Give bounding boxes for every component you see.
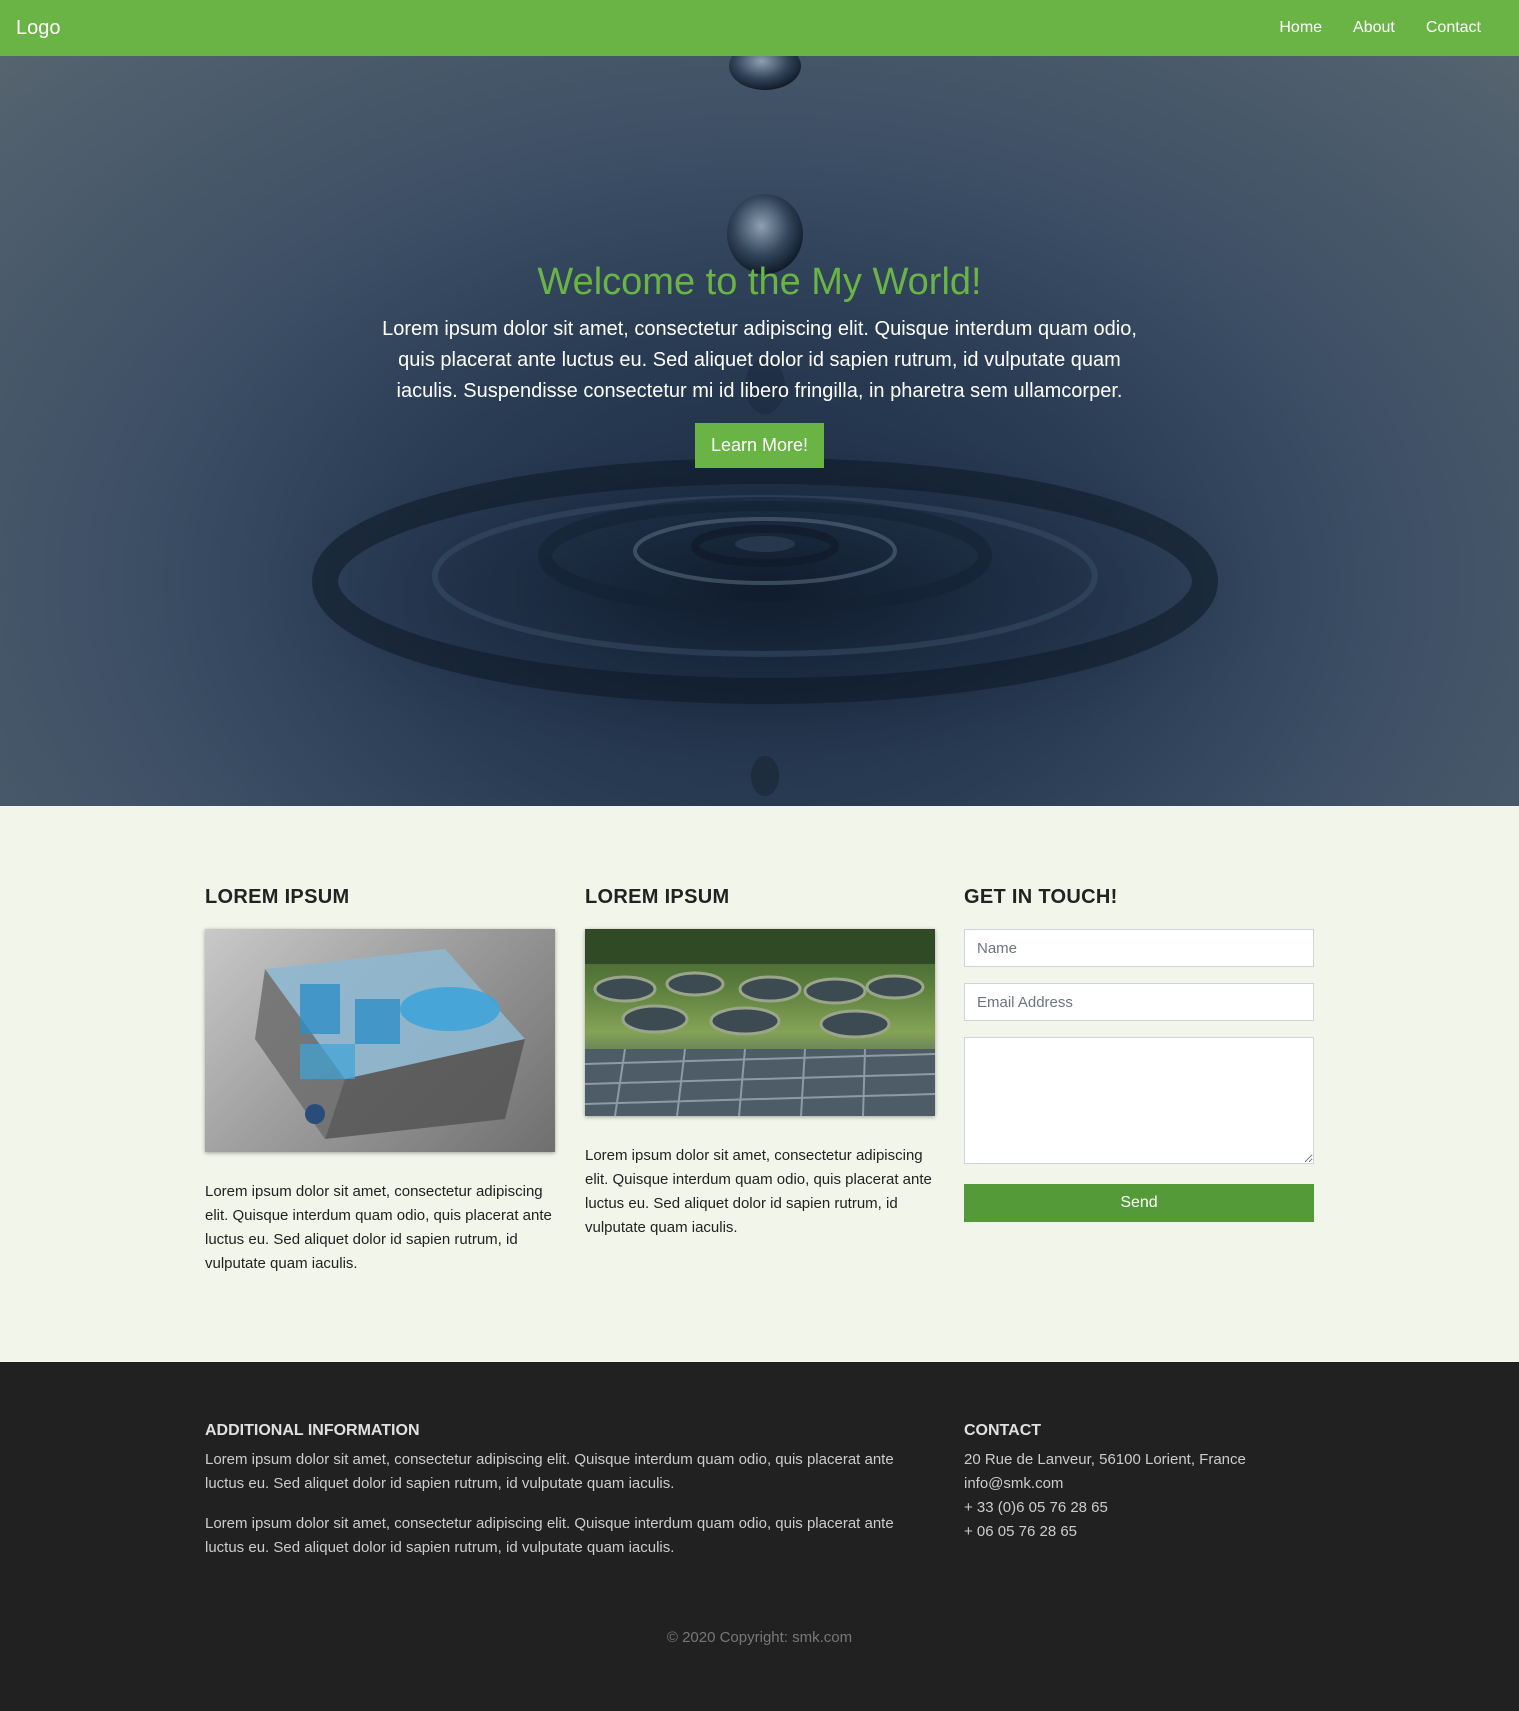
card-2-text: Lorem ipsum dolor sit amet, consectetur … xyxy=(585,1147,932,1236)
wastewater-treatment-aerial-image xyxy=(585,929,935,1116)
card-1-text: Lorem ipsum dolor sit amet, consectetur … xyxy=(205,1183,552,1272)
learn-more-button[interactable]: Learn More! xyxy=(694,423,825,468)
hero-content: Welcome to the My World! Lorem ipsum dol… xyxy=(0,261,1519,468)
email-input[interactable] xyxy=(964,983,1314,1021)
logo-link[interactable]: Logo xyxy=(16,17,61,40)
footer-additional-info: ADDITIONAL INFORMATION Lorem ipsum dolor… xyxy=(205,1422,905,1560)
copyright: © 2020 Copyright: smk.com xyxy=(666,1629,853,1646)
send-button[interactable]: Send xyxy=(964,1184,1314,1222)
nav-contact-link[interactable]: Contact xyxy=(1426,19,1481,37)
contact-form-title: GET IN TOUCH! xyxy=(964,886,1118,908)
aerial-illustration xyxy=(585,929,935,1116)
footer-info-paragraph: Lorem ipsum dolor sit amet, consectetur … xyxy=(205,1451,894,1492)
nav-links: Home About Contact xyxy=(1279,19,1481,37)
nav-about-link[interactable]: About xyxy=(1353,19,1395,37)
water-treatment-plant-3d-image xyxy=(205,929,555,1152)
card-2: LOREM IPSUM Lorem ipsum dolor sit amet, … xyxy=(585,886,935,1240)
footer-info-title: ADDITIONAL INFORMATION xyxy=(205,1422,420,1439)
footer: ADDITIONAL INFORMATION Lorem ipsum dolor… xyxy=(0,1362,1519,1711)
card-2-title: LOREM IPSUM xyxy=(585,886,730,908)
nav-home-link[interactable]: Home xyxy=(1279,19,1322,37)
navbar: Logo Home About Contact xyxy=(0,0,1519,56)
card-1: LOREM IPSUM Lorem ipsum dolor sit amet, … xyxy=(205,886,555,1276)
name-input[interactable] xyxy=(964,929,1314,967)
message-textarea[interactable] xyxy=(964,1037,1314,1164)
footer-email: info@smk.com xyxy=(964,1475,1064,1492)
hero-text: Lorem ipsum dolor sit amet, consectetur … xyxy=(382,318,1137,402)
footer-phone-1: + 33 (0)6 05 76 28 65 xyxy=(964,1499,1108,1516)
footer-phone-2: + 06 05 76 28 65 xyxy=(964,1523,1078,1540)
hero-section: Welcome to the My World! Lorem ipsum dol… xyxy=(0,56,1519,806)
footer-address: 20 Rue de Lanveur, 56100 Lorient, France xyxy=(964,1451,1246,1468)
footer-contact-title: CONTACT xyxy=(964,1422,1042,1439)
footer-info-paragraph: Lorem ipsum dolor sit amet, consectetur … xyxy=(205,1515,894,1556)
contact-form: GET IN TOUCH! Send xyxy=(964,886,1314,1222)
hero-title: Welcome to the My World! xyxy=(537,261,982,303)
content-section: LOREM IPSUM Lorem ipsum dolor sit amet, … xyxy=(0,806,1519,1362)
plant-illustration xyxy=(255,949,525,1139)
footer-contact: CONTACT 20 Rue de Lanveur, 56100 Lorient… xyxy=(964,1422,1314,1544)
card-1-title: LOREM IPSUM xyxy=(205,886,350,908)
